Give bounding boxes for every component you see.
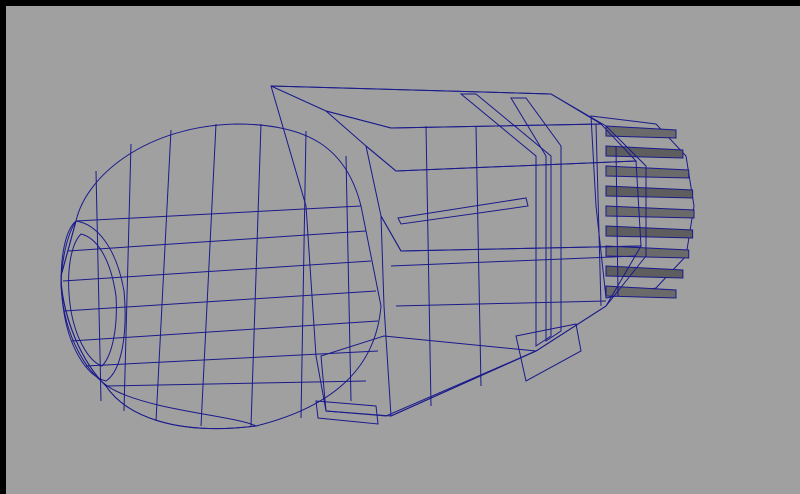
viewport-frame [0, 0, 800, 494]
front-nacelle [60, 123, 382, 430]
3d-viewport[interactable] [6, 6, 800, 494]
exhaust-fin [605, 205, 695, 219]
main-hull [270, 85, 647, 425]
exhaust-fin [605, 145, 684, 159]
exhaust-fin [605, 185, 694, 199]
rear-exhaust-fins [590, 115, 695, 299]
viewport-canvas[interactable] [6, 6, 800, 494]
exhaust-fin [605, 245, 690, 259]
intake-opening [60, 220, 126, 382]
exhaust-fin [605, 225, 694, 239]
exhaust-fin [605, 165, 690, 179]
